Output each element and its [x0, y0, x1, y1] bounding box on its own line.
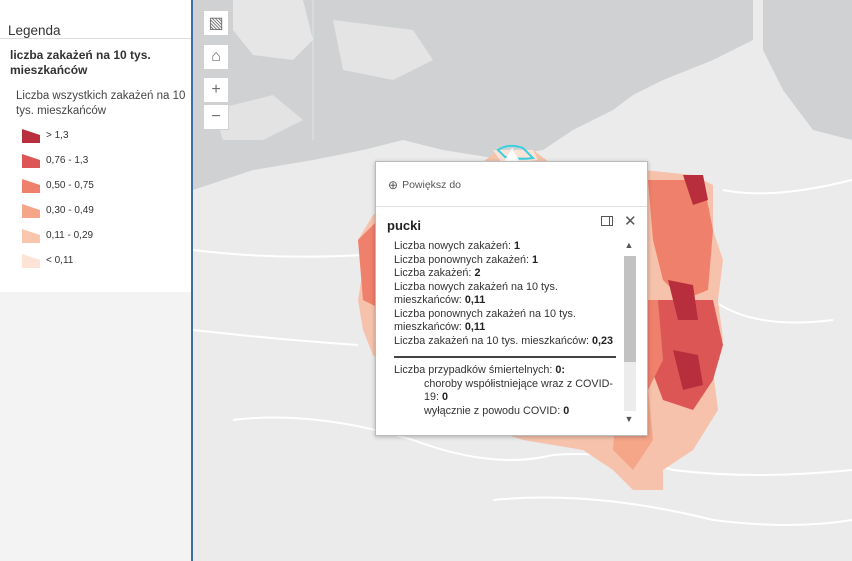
legend-class-label: > 1,3 [46, 129, 69, 141]
popup-fields: Liczba nowych zakażeń: 1 Liczba ponownych… [394, 240, 618, 348]
death-detail-label: wyłącznie z powodu COVID: [424, 404, 564, 417]
popup-title: pucki [387, 218, 421, 233]
death-detail-row: wyłącznie z powodu COVID: 0 [394, 405, 618, 419]
popup-pointer [504, 148, 520, 162]
popup-field-value: 0,23 [592, 334, 614, 347]
scroll-track[interactable] [624, 256, 636, 411]
death-detail-row: choroby współistniejące wraz z COVID-19:… [394, 378, 618, 405]
popup-field-value: 0,11 [464, 294, 486, 306]
legend-class-item: 0,50 - 0,75 [22, 176, 94, 194]
popup-field-label: Liczba nowych zakażeń: [394, 240, 515, 252]
popup-field-label: Liczba ponownych zakażeń: [394, 253, 533, 266]
legend-swatch [22, 227, 40, 243]
popup-field-value: 0,11 [464, 321, 486, 333]
legend-class-label: 0,50 - 0,75 [46, 179, 94, 191]
zoom-out-button[interactable]: − [203, 104, 229, 130]
dock-icon[interactable] [601, 216, 613, 226]
legend-swatch [22, 127, 40, 143]
legend-content: Legenda liczba zakażeń na 10 tys. mieszk… [0, 0, 191, 292]
legend-panel: Legenda liczba zakażeń na 10 tys. mieszk… [0, 0, 191, 561]
popup-field-value: 2 [474, 267, 481, 279]
field-label: Liczba wszystkich zakażeń na 10 tys. mie… [16, 90, 186, 117]
legend-class-item: > 1,3 [22, 126, 69, 144]
popup-field-label: Liczba zakażeń na 10 tys. mieszkańców: [394, 334, 593, 347]
home-button[interactable]: ⌂ [203, 44, 229, 70]
death-detail-value: 0 [563, 404, 570, 417]
deaths-value: 0: [555, 364, 566, 376]
zoom-to-label: Powiększ do [402, 179, 462, 191]
legend-swatch [22, 152, 40, 168]
legend-class-label: 0,76 - 1,3 [46, 154, 89, 166]
scroll-down-icon[interactable]: ▼ [622, 414, 636, 428]
legend-swatch [22, 252, 40, 268]
deaths-row: Liczba przypadków śmiertelnych: 0: [394, 364, 618, 378]
death-detail-label: choroby współistniejące wraz z COVID-19: [424, 377, 614, 404]
popup-field-row: Liczba nowych zakażeń na 10 tys. mieszka… [394, 281, 618, 308]
plus-icon: + [211, 81, 221, 98]
legend-divider [0, 38, 191, 39]
popup-field-value: 1 [514, 240, 521, 252]
death-details: choroby współistniejące wraz z COVID-19:… [394, 378, 618, 419]
legend-swatch [22, 202, 40, 218]
zoom-to-icon: ⊕ [388, 178, 399, 192]
legend-class-label: 0,30 - 0,49 [46, 204, 94, 216]
layer-title: liczba zakażeń na 10 tys. mieszkańców [10, 48, 151, 77]
popup-content: Liczba nowych zakażeń: 1 Liczba ponownych… [394, 240, 618, 418]
basemap-gallery-button[interactable]: ▧ [203, 10, 229, 36]
popup-field-row: Liczba zakażeń: 2 [394, 267, 618, 281]
legend-class-item: 0,30 - 0,49 [22, 201, 94, 219]
popup-field-value: 1 [532, 253, 539, 266]
legend-swatch [22, 177, 40, 193]
close-icon[interactable]: ✕ [624, 212, 637, 230]
scroll-thumb[interactable] [624, 256, 636, 362]
death-detail-value: 0 [442, 391, 449, 403]
zoom-in-button[interactable]: + [203, 77, 229, 103]
popup-field-row: Liczba ponownych zakażeń na 10 tys. mies… [394, 308, 618, 335]
popup-field-row: Liczba zakażeń na 10 tys. mieszkańców: 0… [394, 335, 618, 349]
popup-field-row: Liczba nowych zakażeń: 1 [394, 240, 618, 254]
legend-class-label: < 0,11 [46, 254, 74, 266]
basemap-gallery-icon: ▧ [208, 15, 224, 32]
legend-heading: Legenda [8, 23, 61, 38]
legend-class-label: 0,11 - 0,29 [46, 229, 94, 241]
home-icon: ⌂ [211, 48, 221, 65]
zoom-to-action[interactable]: ⊕ Powiększ do [388, 178, 461, 192]
popup-rule [394, 356, 616, 358]
popup-scrollbar[interactable]: ▲ ▼ [622, 240, 636, 428]
deaths-label: Liczba przypadków śmiertelnych: [394, 364, 556, 376]
scroll-up-icon[interactable]: ▲ [622, 240, 636, 254]
minus-icon: − [211, 108, 221, 125]
popup-divider [376, 206, 647, 207]
feature-popup: ⊕ Powiększ do pucki ✕ Liczba nowych zaka… [375, 161, 648, 436]
legend-class-item: 0,76 - 1,3 [22, 151, 88, 169]
popup-field-row: Liczba ponownych zakażeń: 1 [394, 254, 618, 268]
legend-class-item: 0,11 - 0,29 [22, 226, 93, 244]
legend-class-item: < 0,11 [22, 251, 73, 269]
popup-field-label: Liczba zakażeń: [394, 267, 475, 279]
